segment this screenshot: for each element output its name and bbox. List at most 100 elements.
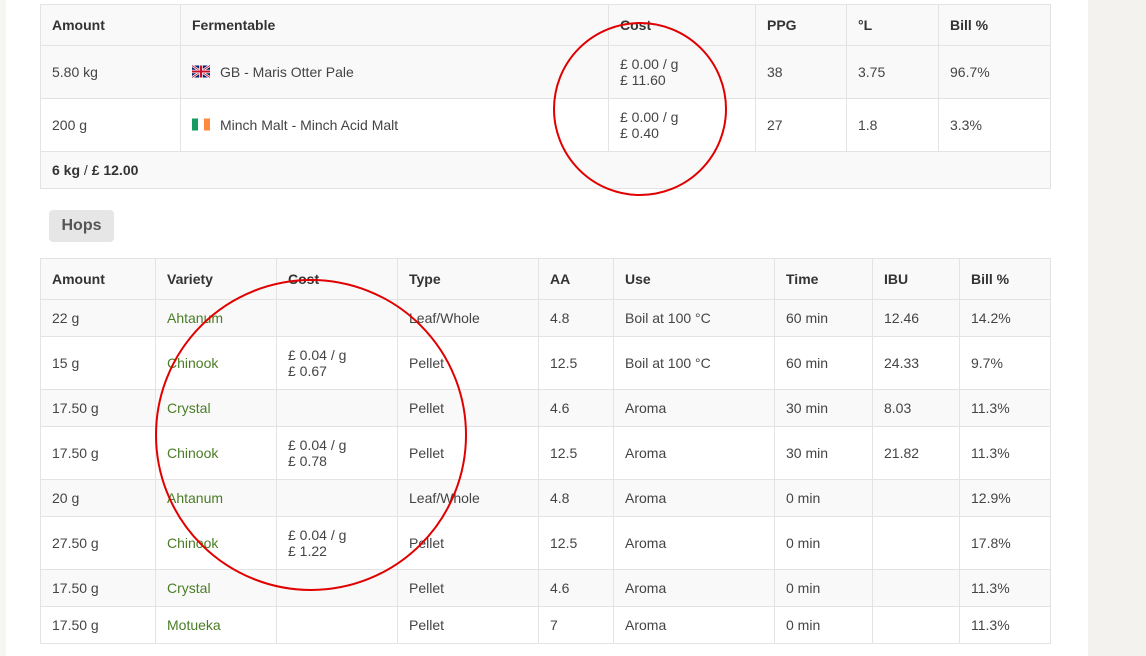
hop-variety-link[interactable]: Chinook	[167, 445, 218, 461]
hops-section-label: Hops	[49, 210, 114, 242]
col-header-aa: AA	[538, 258, 614, 300]
fermentables-header-row: Amount Fermentable Cost PPG °L Bill %	[40, 4, 1051, 46]
bill-cell: 3.3%	[938, 98, 1051, 152]
hops-table: Amount Variety Cost Type AA Use Time IBU…	[40, 258, 1051, 644]
col-header-ibu: IBU	[872, 258, 960, 300]
ibu-cell: 12.46	[872, 299, 960, 337]
type-cell: Leaf/Whole	[397, 299, 539, 337]
ibu-cell: 21.82	[872, 426, 960, 480]
bill-cell: 14.2%	[959, 299, 1051, 337]
ibu-cell	[872, 569, 960, 607]
variety-cell: Ahtanum	[155, 299, 277, 337]
ppg-cell: 38	[755, 45, 847, 99]
col-header-amount: Amount	[40, 4, 181, 46]
col-header-bill: Bill %	[938, 4, 1051, 46]
time-cell: 0 min	[774, 479, 873, 517]
type-cell: Pellet	[397, 336, 539, 390]
aa-cell: 7	[538, 606, 614, 644]
table-row: 22 g Ahtanum Leaf/Whole 4.8 Boil at 100 …	[40, 299, 1051, 337]
time-cell: 30 min	[774, 426, 873, 480]
col-header-use: Use	[613, 258, 775, 300]
lovibond-cell: 3.75	[846, 45, 939, 99]
table-row: 20 g Ahtanum Leaf/Whole 4.8 Aroma 0 min …	[40, 479, 1051, 517]
time-cell: 0 min	[774, 606, 873, 644]
time-cell: 60 min	[774, 299, 873, 337]
fermentables-total: 6 kg / £ 12.00	[40, 151, 1051, 189]
hop-variety-link[interactable]: Ahtanum	[167, 310, 223, 326]
type-cell: Leaf/Whole	[397, 479, 539, 517]
cost-cell	[276, 389, 398, 427]
aa-cell: 12.5	[538, 516, 614, 570]
hop-variety-link[interactable]: Chinook	[167, 535, 218, 551]
cost-total: £ 1.22	[288, 543, 327, 559]
use-cell: Aroma	[613, 389, 775, 427]
use-cell: Aroma	[613, 426, 775, 480]
ibu-cell: 8.03	[872, 389, 960, 427]
use-cell: Boil at 100 °C	[613, 336, 775, 390]
cost-cell: £ 0.04 / g £ 0.67	[276, 336, 398, 390]
hop-variety-link[interactable]: Motueka	[167, 617, 221, 633]
bill-cell: 11.3%	[959, 569, 1051, 607]
bill-cell: 12.9%	[959, 479, 1051, 517]
amount-cell: 17.50 g	[40, 606, 156, 644]
cost-cell	[276, 569, 398, 607]
cost-per-unit: £ 0.04 / g	[288, 527, 347, 543]
type-cell: Pellet	[397, 516, 539, 570]
page-right-margin	[1088, 0, 1146, 656]
uk-flag-icon	[192, 65, 210, 78]
ibu-cell: 24.33	[872, 336, 960, 390]
ireland-flag-icon	[192, 118, 210, 131]
cost-total: £ 0.40	[620, 125, 659, 141]
table-row: 27.50 g Chinook £ 0.04 / g £ 1.22 Pellet …	[40, 516, 1051, 570]
col-header-cost: Cost	[608, 4, 756, 46]
amount-cell: 5.80 kg	[40, 45, 181, 99]
hop-variety-link[interactable]: Chinook	[167, 355, 218, 371]
page-left-margin	[0, 0, 6, 656]
amount-cell: 15 g	[40, 336, 156, 390]
fermentable-name: GB - Maris Otter Pale	[220, 64, 354, 80]
bill-cell: 11.3%	[959, 426, 1051, 480]
col-header-variety: Variety	[155, 258, 277, 300]
aa-cell: 4.6	[538, 389, 614, 427]
cost-per-unit: £ 0.00 / g	[620, 56, 679, 72]
variety-cell: Chinook	[155, 426, 277, 480]
ibu-cell	[872, 606, 960, 644]
time-cell: 0 min	[774, 569, 873, 607]
time-cell: 0 min	[774, 516, 873, 570]
aa-cell: 4.8	[538, 479, 614, 517]
variety-cell: Chinook	[155, 336, 277, 390]
cost-per-unit: £ 0.00 / g	[620, 109, 679, 125]
fermentable-cell: GB - Maris Otter Pale	[180, 45, 609, 99]
aa-cell: 12.5	[538, 426, 614, 480]
cost-cell: £ 0.00 / g £ 11.60	[608, 45, 756, 99]
cost-cell	[276, 479, 398, 517]
amount-cell: 17.50 g	[40, 426, 156, 480]
col-header-type: Type	[397, 258, 539, 300]
variety-cell: Motueka	[155, 606, 277, 644]
amount-cell: 200 g	[40, 98, 181, 152]
time-cell: 60 min	[774, 336, 873, 390]
col-header-amount: Amount	[40, 258, 156, 300]
amount-cell: 20 g	[40, 479, 156, 517]
cost-cell	[276, 299, 398, 337]
hop-variety-link[interactable]: Crystal	[167, 580, 211, 596]
ppg-cell: 27	[755, 98, 847, 152]
aa-cell: 4.6	[538, 569, 614, 607]
bill-cell: 9.7%	[959, 336, 1051, 390]
total-cost: £ 12.00	[91, 162, 139, 178]
table-row: 17.50 g Crystal Pellet 4.6 Aroma 30 min …	[40, 389, 1051, 427]
bill-cell: 11.3%	[959, 389, 1051, 427]
variety-cell: Crystal	[155, 389, 277, 427]
use-cell: Aroma	[613, 516, 775, 570]
col-header-fermentable: Fermentable	[180, 4, 609, 46]
hop-variety-link[interactable]: Ahtanum	[167, 490, 223, 506]
type-cell: Pellet	[397, 606, 539, 644]
variety-cell: Chinook	[155, 516, 277, 570]
hop-variety-link[interactable]: Crystal	[167, 400, 211, 416]
cost-total: £ 0.67	[288, 363, 327, 379]
type-cell: Pellet	[397, 389, 539, 427]
fermentables-total-row: 6 kg / £ 12.00	[40, 151, 1051, 189]
use-cell: Boil at 100 °C	[613, 299, 775, 337]
cost-cell: £ 0.04 / g £ 0.78	[276, 426, 398, 480]
table-row: 17.50 g Crystal Pellet 4.6 Aroma 0 min 1…	[40, 569, 1051, 607]
